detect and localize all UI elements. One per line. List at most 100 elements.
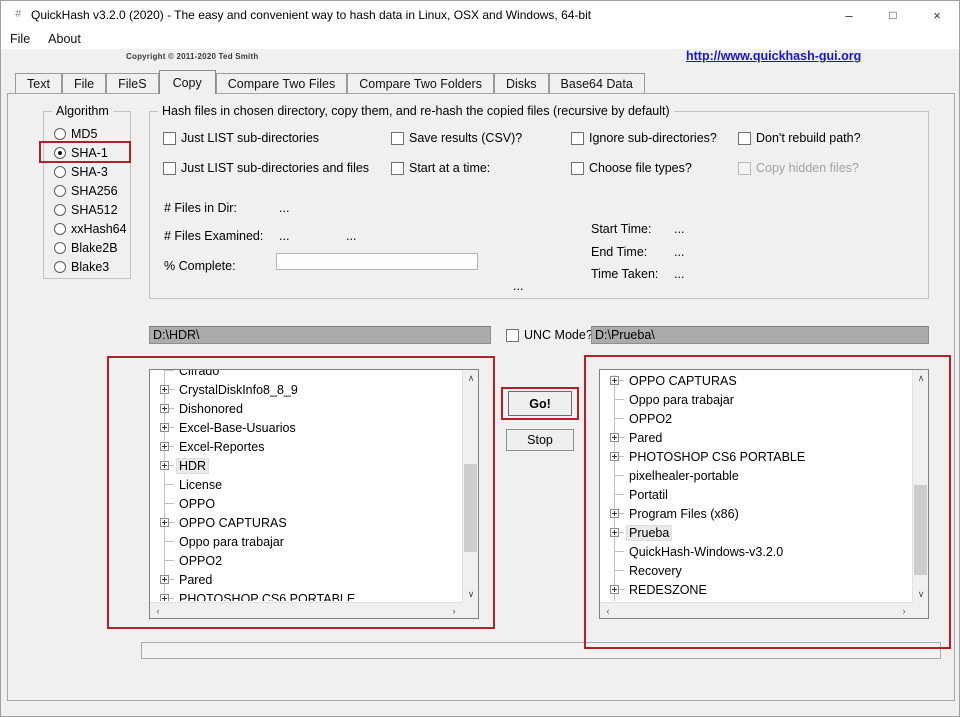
algorithm-radio[interactable]: SHA512 (44, 200, 130, 219)
expand-plus-icon[interactable] (610, 433, 619, 442)
expand-plus-icon[interactable] (610, 509, 619, 518)
horizontal-scrollbar[interactable]: ‹ › (150, 602, 462, 618)
tree-item[interactable]: CrystalDiskInfo8_8_9 (151, 380, 461, 399)
expand-plus-icon[interactable] (160, 404, 169, 413)
expand-plus-icon[interactable] (160, 423, 169, 432)
tree-item[interactable]: PHOTOSHOP CS6 PORTABLE (601, 447, 911, 466)
algorithm-radio[interactable]: SHA-3 (44, 162, 130, 181)
scrollbar-corner (462, 602, 478, 618)
checkbox[interactable]: Ignore sub-directories? (571, 131, 738, 145)
tree-item[interactable]: Portatil (601, 485, 911, 504)
algorithm-radio[interactable]: SHA-1 (44, 143, 130, 162)
expand-plus-icon[interactable] (160, 594, 169, 601)
tree-item-label: Dishonored (179, 401, 243, 416)
tab[interactable]: Disks (493, 73, 549, 93)
tree-item[interactable]: Pared (151, 570, 461, 589)
destination-directory-tree[interactable]: OPPO CAPTURAS Oppo para trabajar OPPO2 P… (599, 369, 929, 619)
expand-plus-icon[interactable] (610, 528, 619, 537)
expand-plus-icon[interactable] (610, 376, 619, 385)
horizontal-scrollbar[interactable]: ‹ › (600, 602, 912, 618)
scroll-down-icon[interactable]: ∨ (463, 586, 478, 602)
scroll-right-icon[interactable]: › (446, 603, 462, 619)
checkbox[interactable]: Just LIST sub-directories and files (163, 161, 391, 175)
stop-button[interactable]: Stop (506, 429, 574, 451)
tree-item[interactable]: Recovery (601, 561, 911, 580)
tab[interactable]: File (61, 73, 107, 93)
tree-item[interactable]: pixelhealer-portable (601, 466, 911, 485)
checkbox-box-icon (571, 161, 584, 175)
algorithm-radio[interactable]: SHA256 (44, 181, 130, 200)
tree-item[interactable]: Pared (601, 428, 911, 447)
maximize-icon[interactable]: □ (871, 1, 915, 29)
tree-item[interactable]: Program Files (x86) (601, 504, 911, 523)
scroll-up-icon[interactable]: ∧ (913, 370, 928, 386)
vertical-scrollbar[interactable]: ∧ ∨ (912, 370, 928, 602)
close-icon[interactable]: × (915, 1, 959, 29)
scroll-up-icon[interactable]: ∧ (463, 370, 478, 386)
expand-plus-icon[interactable] (160, 575, 169, 584)
tree-item[interactable]: HDR (151, 456, 461, 475)
algorithm-radio[interactable]: xxHash64 (44, 219, 130, 238)
tree-item[interactable]: OPPO (151, 494, 461, 513)
expand-plus-icon[interactable] (160, 385, 169, 394)
tree-item[interactable]: Prueba (601, 523, 911, 542)
minimize-icon[interactable]: – (827, 1, 871, 29)
scrollbar-thumb[interactable] (914, 485, 927, 575)
tree-item[interactable]: QuickHash-Windows-v3.2.0 (601, 542, 911, 561)
tab[interactable]: Base64 Data (548, 73, 645, 93)
expand-plus-icon[interactable] (610, 452, 619, 461)
radio-label: Blake2B (71, 240, 118, 255)
scroll-down-icon[interactable]: ∨ (913, 586, 928, 602)
scroll-left-icon[interactable]: ‹ (150, 603, 166, 619)
algorithm-radio[interactable]: Blake3 (44, 257, 130, 276)
checkbox[interactable]: Save results (CSV)? (391, 131, 571, 145)
tree-item[interactable]: Cifrado (151, 370, 461, 380)
checkbox[interactable]: Copy hidden files? (738, 161, 859, 175)
checkbox-label: Ignore sub-directories? (589, 131, 717, 145)
website-link[interactable]: http://www.quickhash-gui.org (686, 49, 861, 63)
expand-plus-icon[interactable] (160, 442, 169, 451)
tree-item[interactable]: License (151, 475, 461, 494)
source-path-field[interactable]: D:\HDR\ (149, 326, 491, 344)
tree-item[interactable]: Oppo para trabajar (151, 532, 461, 551)
menu-item[interactable]: File (1, 29, 39, 49)
tab[interactable]: Compare Two Files (215, 73, 348, 93)
radio-button-icon (54, 165, 66, 178)
algorithm-radio[interactable]: Blake2B (44, 238, 130, 257)
tab[interactable]: FileS (106, 73, 159, 93)
tree-item[interactable]: PHOTOSHOP CS6 PORTABLE (151, 589, 461, 601)
menu-item[interactable]: About (39, 29, 90, 49)
tree-item[interactable]: Excel-Reportes (151, 437, 461, 456)
tree-item[interactable]: Dishonored (151, 399, 461, 418)
scrollbar-thumb[interactable] (464, 464, 477, 552)
scroll-left-icon[interactable]: ‹ (600, 603, 616, 619)
tree-item[interactable]: SolarWinds-NTM-v2.2.2-Eval (601, 599, 911, 601)
source-directory-tree[interactable]: Cifrado CrystalDiskInfo8_8_9 Dishonored … (149, 369, 479, 619)
radio-label: Blake3 (71, 259, 110, 274)
vertical-scrollbar[interactable]: ∧ ∨ (462, 370, 478, 602)
tab-label: FileS (118, 76, 147, 91)
tree-item[interactable]: REDESZONE (601, 580, 911, 599)
unc-mode-checkbox[interactable]: UNC Mode? (506, 328, 593, 342)
tree-item[interactable]: Oppo para trabajar (601, 390, 911, 409)
expand-plus-icon[interactable] (160, 518, 169, 527)
tree-item[interactable]: OPPO CAPTURAS (151, 513, 461, 532)
tree-item[interactable]: OPPO2 (601, 409, 911, 428)
destination-path-field[interactable]: D:\Prueba\ (591, 326, 929, 344)
checkbox[interactable]: Just LIST sub-directories (163, 131, 391, 145)
expand-plus-icon[interactable] (160, 461, 169, 470)
tab[interactable]: Copy (158, 70, 216, 94)
tree-item[interactable]: Excel-Base-Usuarios (151, 418, 461, 437)
go-button[interactable]: Go! (508, 391, 572, 416)
tree-item[interactable]: OPPO CAPTURAS (601, 371, 911, 390)
checkbox[interactable]: Start at a time: (391, 161, 571, 175)
status-output-field[interactable] (141, 642, 941, 659)
algorithm-radio[interactable]: MD5 (44, 124, 130, 143)
tab[interactable]: Text (15, 73, 62, 93)
tree-item[interactable]: OPPO2 (151, 551, 461, 570)
expand-plus-icon[interactable] (610, 585, 619, 594)
checkbox[interactable]: Choose file types? (571, 161, 738, 175)
scroll-right-icon[interactable]: › (896, 603, 912, 619)
tab[interactable]: Compare Two Folders (347, 73, 494, 93)
checkbox[interactable]: Don't rebuild path? (738, 131, 861, 145)
